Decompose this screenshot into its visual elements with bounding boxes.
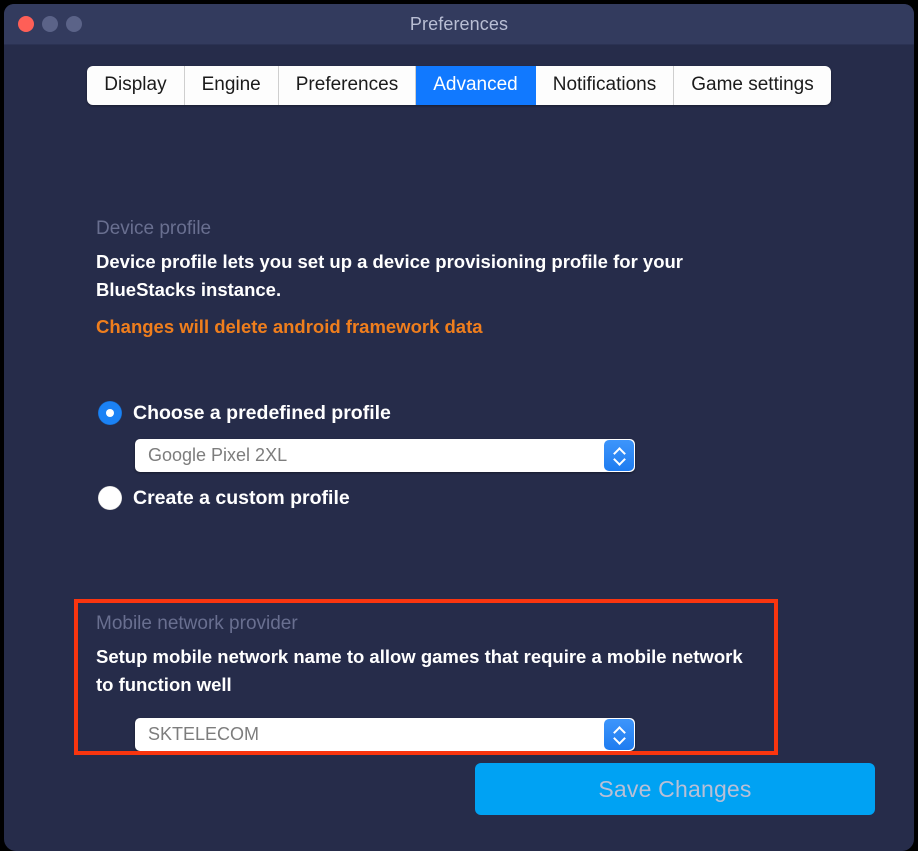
save-changes-button[interactable]: Save Changes xyxy=(475,763,875,815)
window-titlebar: Preferences xyxy=(4,4,914,45)
tab-advanced[interactable]: Advanced xyxy=(416,66,536,105)
maximize-button[interactable] xyxy=(66,16,82,32)
minimize-button[interactable] xyxy=(42,16,58,32)
device-profile-heading: Device profile xyxy=(96,218,212,239)
mobile-network-provider-select[interactable]: SKTELECOM xyxy=(135,718,635,751)
chevron-down-icon xyxy=(614,457,625,463)
tab-display[interactable]: Display xyxy=(87,66,185,105)
tab-preferences[interactable]: Preferences xyxy=(278,66,417,105)
radio-indicator-predefined[interactable] xyxy=(98,401,122,425)
tab-engine[interactable]: Engine xyxy=(184,66,279,105)
mobile-network-stepper[interactable] xyxy=(604,719,634,750)
preferences-window: Preferences Display Engine Preferences A… xyxy=(4,4,914,851)
device-profile-warning: Changes will delete android framework da… xyxy=(96,316,483,338)
radio-choose-predefined-profile[interactable]: Choose a predefined profile xyxy=(98,401,391,425)
device-profile-section: Device profile Device profile lets you s… xyxy=(96,218,796,338)
window-title: Preferences xyxy=(409,13,509,34)
mobile-network-provider-value: SKTELECOM xyxy=(148,724,260,744)
close-button[interactable] xyxy=(18,16,34,32)
radio-indicator-custom[interactable] xyxy=(98,486,122,510)
mobile-network-section: Mobile network provider Setup mobile net… xyxy=(96,613,796,699)
mobile-network-description: Setup mobile network name to allow games… xyxy=(96,646,743,696)
device-profile-select-value: Google Pixel 2XL xyxy=(148,445,288,465)
radio-label-custom: Create a custom profile xyxy=(133,486,350,509)
tabbar-container: Display Engine Preferences Advanced Noti… xyxy=(4,45,914,105)
traffic-light-group xyxy=(18,16,82,32)
tabbar: Display Engine Preferences Advanced Noti… xyxy=(87,66,831,105)
tab-game-settings[interactable]: Game settings xyxy=(674,66,831,105)
chevron-down-icon xyxy=(614,736,625,742)
mobile-network-heading: Mobile network provider xyxy=(96,613,298,634)
radio-create-custom-profile[interactable]: Create a custom profile xyxy=(98,486,350,510)
device-profile-stepper[interactable] xyxy=(604,440,634,471)
tab-notifications[interactable]: Notifications xyxy=(535,66,675,105)
radio-label-predefined: Choose a predefined profile xyxy=(133,401,391,424)
device-profile-description: Device profile lets you set up a device … xyxy=(96,251,683,301)
device-profile-select[interactable]: Google Pixel 2XL xyxy=(135,439,635,472)
